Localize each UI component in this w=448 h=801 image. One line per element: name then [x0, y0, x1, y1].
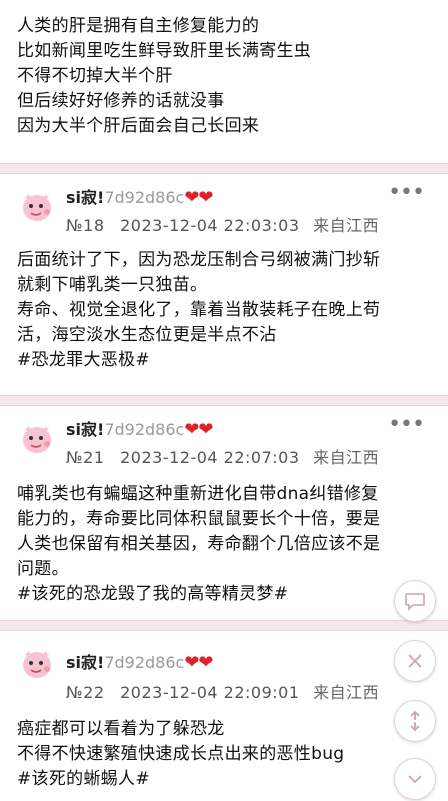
post-line: 不得不切掉大半个肝: [17, 66, 173, 86]
refresh-button[interactable]: [394, 700, 436, 742]
heart-icons: ❤❤: [184, 187, 213, 208]
comment-username[interactable]: si寂!7d92d86c❤❤: [66, 416, 214, 440]
comment-meta: №22 2023-12-04 22:09:01 来自江西: [66, 679, 379, 703]
post-line: 比如新闻里吃生鲜导致肝里长满寄生虫: [17, 41, 312, 61]
comment-username[interactable]: si寂!7d92d86c❤❤: [66, 649, 214, 673]
comment-line: #恐龙罪大恶极#: [17, 350, 150, 370]
post-line: 人类的肝是拥有自主修复能力的: [17, 16, 260, 36]
refresh-icon: [410, 710, 420, 732]
comment-card: si寂!7d92d86c❤❤ ••• №21 2023-12-04 22:07:…: [0, 405, 448, 621]
comment-line: #该死的蜥蜴人#: [17, 769, 150, 789]
comment-meta: №21 2023-12-04 22:07:03 来自江西: [66, 444, 379, 468]
close-button[interactable]: [394, 640, 436, 682]
heart-icons: ❤❤: [184, 419, 213, 440]
more-options-icon[interactable]: •••: [388, 414, 425, 436]
comment-body: 后面统计了下，因为恐龙压制合弓纲被满门抄斩 就剩下哺乳类一只独苗。 寿命、视觉全…: [17, 248, 432, 373]
comment-line: #该死的恐龙毁了我的高等精灵梦#: [17, 584, 289, 604]
post-body: 人类的肝是拥有自主修复能力的 比如新闻里吃生鲜导致肝里长满寄生虫 不得不切掉大半…: [17, 14, 432, 139]
comment-line: 问题。: [17, 559, 69, 579]
comment-body: 哺乳类也有蝙蝠这种重新进化自带dna纠错修复 能力的，寿命要比同体积鼠鼠要长个十…: [17, 482, 432, 607]
comment-line: 人类也保留有相关基因，寿命翻个几倍应该不是: [17, 534, 381, 554]
comment-card: si寂!7d92d86c❤❤ №22 2023-12-04 22:09:01 来…: [0, 630, 448, 801]
comment-line: 寿命、视觉全退化了，靠着当散装耗子在晚上苟: [17, 300, 381, 320]
post-line: 因为大半个肝后面会自己长回来: [17, 116, 260, 136]
comment-line: 哺乳类也有蝙蝠这种重新进化自带dna纠错修复: [17, 484, 379, 504]
comment-username[interactable]: si寂!7d92d86c❤❤: [66, 184, 214, 208]
comment-date: 2023-12-04: [120, 683, 219, 702]
comment-line: 不得不快速繁殖快速成长点出来的恶性bug: [17, 744, 345, 764]
comment-body: 癌症都可以看着为了躲恐龙 不得不快速繁殖快速成长点出来的恶性bug #该死的蜥蜴…: [17, 717, 432, 792]
comment-location: 来自江西: [313, 448, 380, 467]
avatar[interactable]: [17, 643, 57, 683]
floor-number: №22: [66, 683, 105, 702]
comment-time: 22:09:01: [223, 683, 300, 702]
floor-number: №21: [66, 448, 105, 467]
comment-line: 活，海空淡水生态位更是半点不沾: [17, 325, 277, 345]
post-content-card: 人类的肝是拥有自主修复能力的 比如新闻里吃生鲜导致肝里长满寄生虫 不得不切掉大半…: [0, 0, 448, 164]
chevron-down-icon: [408, 775, 422, 784]
comment-location: 来自江西: [313, 216, 380, 235]
avatar[interactable]: [17, 418, 57, 458]
comment-line: 就剩下哺乳类一只独苗。: [17, 275, 208, 295]
comment-meta: №18 2023-12-04 22:03:03 来自江西: [66, 212, 379, 236]
comment-card: si寂!7d92d86c❤❤ ••• №18 2023-12-04 22:03:…: [0, 173, 448, 396]
thread-page: 人类的肝是拥有自主修复能力的 比如新闻里吃生鲜导致肝里长满寄生虫 不得不切掉大半…: [0, 0, 448, 801]
comment-date: 2023-12-04: [120, 448, 219, 467]
comment-location: 来自江西: [313, 683, 380, 702]
comment-line: 后面统计了下，因为恐龙压制合弓纲被满门抄斩: [17, 250, 381, 270]
floor-number: №18: [66, 216, 105, 235]
more-options-icon[interactable]: •••: [388, 182, 425, 204]
comment-time: 22:03:03: [223, 216, 300, 235]
comment-icon: [405, 593, 425, 611]
comment-date: 2023-12-04: [120, 216, 219, 235]
heart-icons: ❤❤: [184, 652, 213, 673]
comment-button[interactable]: [394, 580, 436, 622]
scroll-down-button[interactable]: [394, 758, 436, 800]
close-icon: [408, 654, 422, 668]
comment-line: 癌症都可以看着为了躲恐龙: [17, 719, 225, 739]
comment-time: 22:07:03: [223, 448, 300, 467]
comment-line: 能力的，寿命要比同体积鼠鼠要长个十倍，要是: [17, 509, 381, 529]
avatar[interactable]: [17, 186, 57, 226]
post-line: 但后续好好修养的话就没事: [17, 91, 225, 111]
